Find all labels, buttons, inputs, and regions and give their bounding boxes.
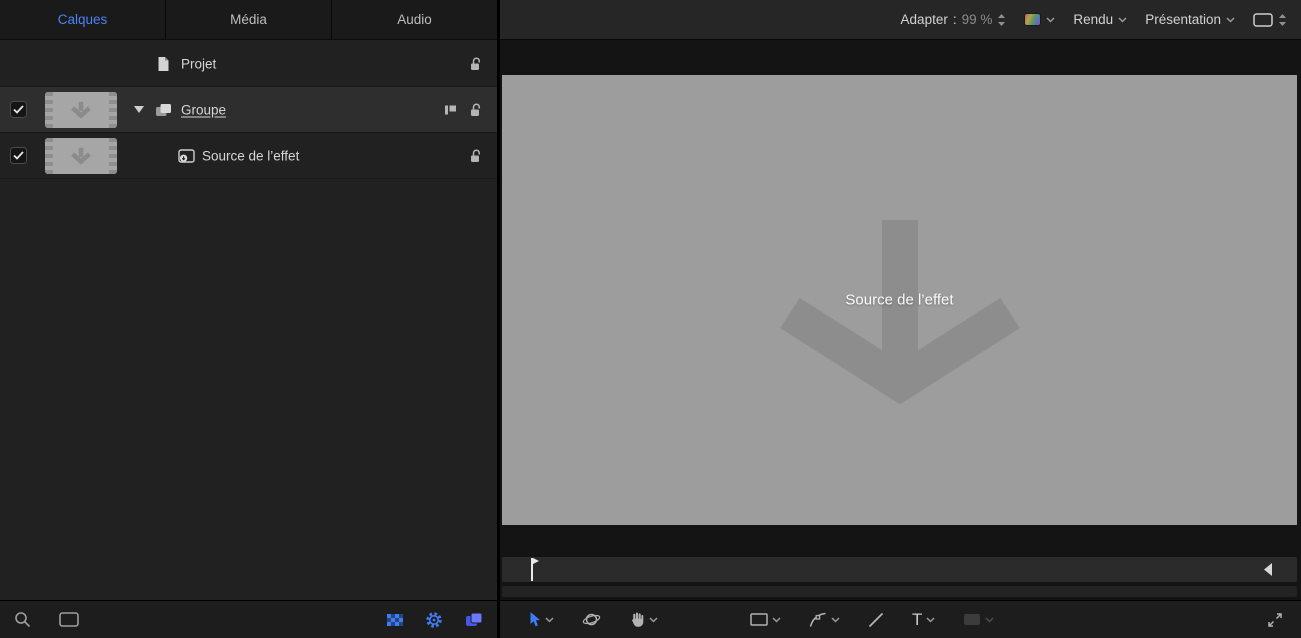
bezier-tool-icon [809,612,827,628]
range-end-icon[interactable] [1263,562,1273,577]
thumbnail-rail [109,138,117,174]
layer-row-group[interactable]: Groupe [0,87,497,133]
lock-icon[interactable] [470,56,483,71]
layers-list: Projet [0,41,497,179]
render-dropdown[interactable]: Rendu [1073,13,1127,27]
canvas[interactable]: Source de l’effet [502,75,1297,525]
tab-calques[interactable]: Calques [0,0,166,39]
tab-media[interactable]: Média [166,0,332,39]
project-label: Projet [181,56,216,71]
select-tool-icon [528,611,541,628]
chevron-down-icon [1118,17,1127,23]
masks-toggle-icon[interactable] [387,614,403,626]
group-label: Groupe [181,102,226,117]
effect-source-icon [178,149,195,163]
chevron-down-icon [772,617,781,623]
stroke-tool-icon [868,612,884,628]
stepper-icon [1278,13,1287,27]
rect-tool-icon [750,613,768,626]
expand-icon[interactable] [1267,612,1283,628]
transform-3d-tool-icon [582,611,601,628]
stroke-tool[interactable] [868,612,884,628]
preview-column-icon[interactable] [59,612,79,627]
render-label: Rendu [1073,13,1113,27]
effect-source-label: Source de l’effet [202,148,299,163]
lock-icon[interactable] [470,148,483,163]
view-dropdown[interactable]: Présentation [1145,13,1235,27]
chevron-down-icon [831,617,840,623]
transform-3d-tool[interactable] [582,611,601,628]
rectangle-tool[interactable] [750,613,781,626]
zoom-separator: : [953,13,957,27]
zoom-label: Adapter [901,13,948,27]
chevron-down-icon [926,617,935,623]
thumbnail-rail [45,138,53,174]
canvas-placeholder-label: Source de l’effet [845,292,953,309]
stepper-icon [997,13,1006,27]
lock-icon[interactable] [470,102,483,117]
display-layout-control[interactable] [1253,13,1287,27]
clone-tool [963,613,994,626]
canvas-toolbar: Adapter : 99 % Rendu Présentation [500,0,1301,40]
project-icon [157,56,170,72]
filters-toggle-icon[interactable] [465,612,483,627]
display-layout-icon [1253,13,1273,27]
view-label: Présentation [1145,13,1221,27]
text-tool[interactable]: T [912,611,935,628]
search-icon[interactable] [14,611,31,628]
group-activation-checkbox[interactable] [10,101,27,118]
playhead-icon[interactable] [528,558,540,581]
chevron-down-icon [985,617,994,623]
checkbox-check-icon [13,105,24,114]
tab-media-label: Média [230,12,267,27]
layers-panel: Calques Média Audio Projet [0,0,497,638]
panel-tab-bar: Calques Média Audio [0,0,497,40]
timeline-scrollbar[interactable] [502,586,1297,597]
panel-toggle-group [387,611,483,629]
behaviors-toggle-icon[interactable] [425,611,443,629]
thumbnail-arrow-icon [69,146,93,167]
motion-window: Calques Média Audio Projet [0,0,1301,638]
group-2d-3d-icon[interactable] [444,104,457,116]
mini-timeline[interactable] [502,557,1297,582]
pan-tool[interactable] [629,611,658,628]
layers-panel-toolbar [0,600,497,638]
zoom-value: 99 % [962,13,993,27]
group-icon [155,103,172,117]
layer-row-project[interactable]: Projet [0,41,497,87]
pan-tool-icon [629,611,645,628]
clone-tool-icon [963,613,981,626]
chevron-down-icon [1226,17,1235,23]
checkbox-check-icon [13,151,24,160]
disclosure-triangle-icon[interactable] [134,106,144,113]
channels-swatch-icon [1024,13,1041,26]
layer-row-effect-source[interactable]: Source de l’effet [0,133,497,179]
bezier-tool[interactable] [809,612,840,628]
canvas-viewport: Source de l’effet [500,41,1301,600]
tab-audio-label: Audio [397,12,432,27]
source-activation-checkbox[interactable] [10,147,27,164]
thumbnail-rail [109,92,117,128]
thumbnail-arrow-icon [69,100,93,121]
tab-audio[interactable]: Audio [332,0,497,39]
source-thumbnail[interactable] [45,138,117,174]
text-tool-icon: T [912,611,922,628]
select-tool[interactable] [528,611,554,628]
chevron-down-icon [545,617,554,623]
chevron-down-icon [1046,17,1055,23]
group-thumbnail[interactable] [45,92,117,128]
chevron-down-icon [649,617,658,623]
canvas-tools-bar: T [500,600,1301,638]
channels-dropdown[interactable] [1024,13,1055,26]
tab-calques-label: Calques [58,12,108,27]
canvas-panel: Adapter : 99 % Rendu Présentation [500,0,1301,638]
thumbnail-rail [45,92,53,128]
zoom-control[interactable]: Adapter : 99 % [901,13,1007,27]
